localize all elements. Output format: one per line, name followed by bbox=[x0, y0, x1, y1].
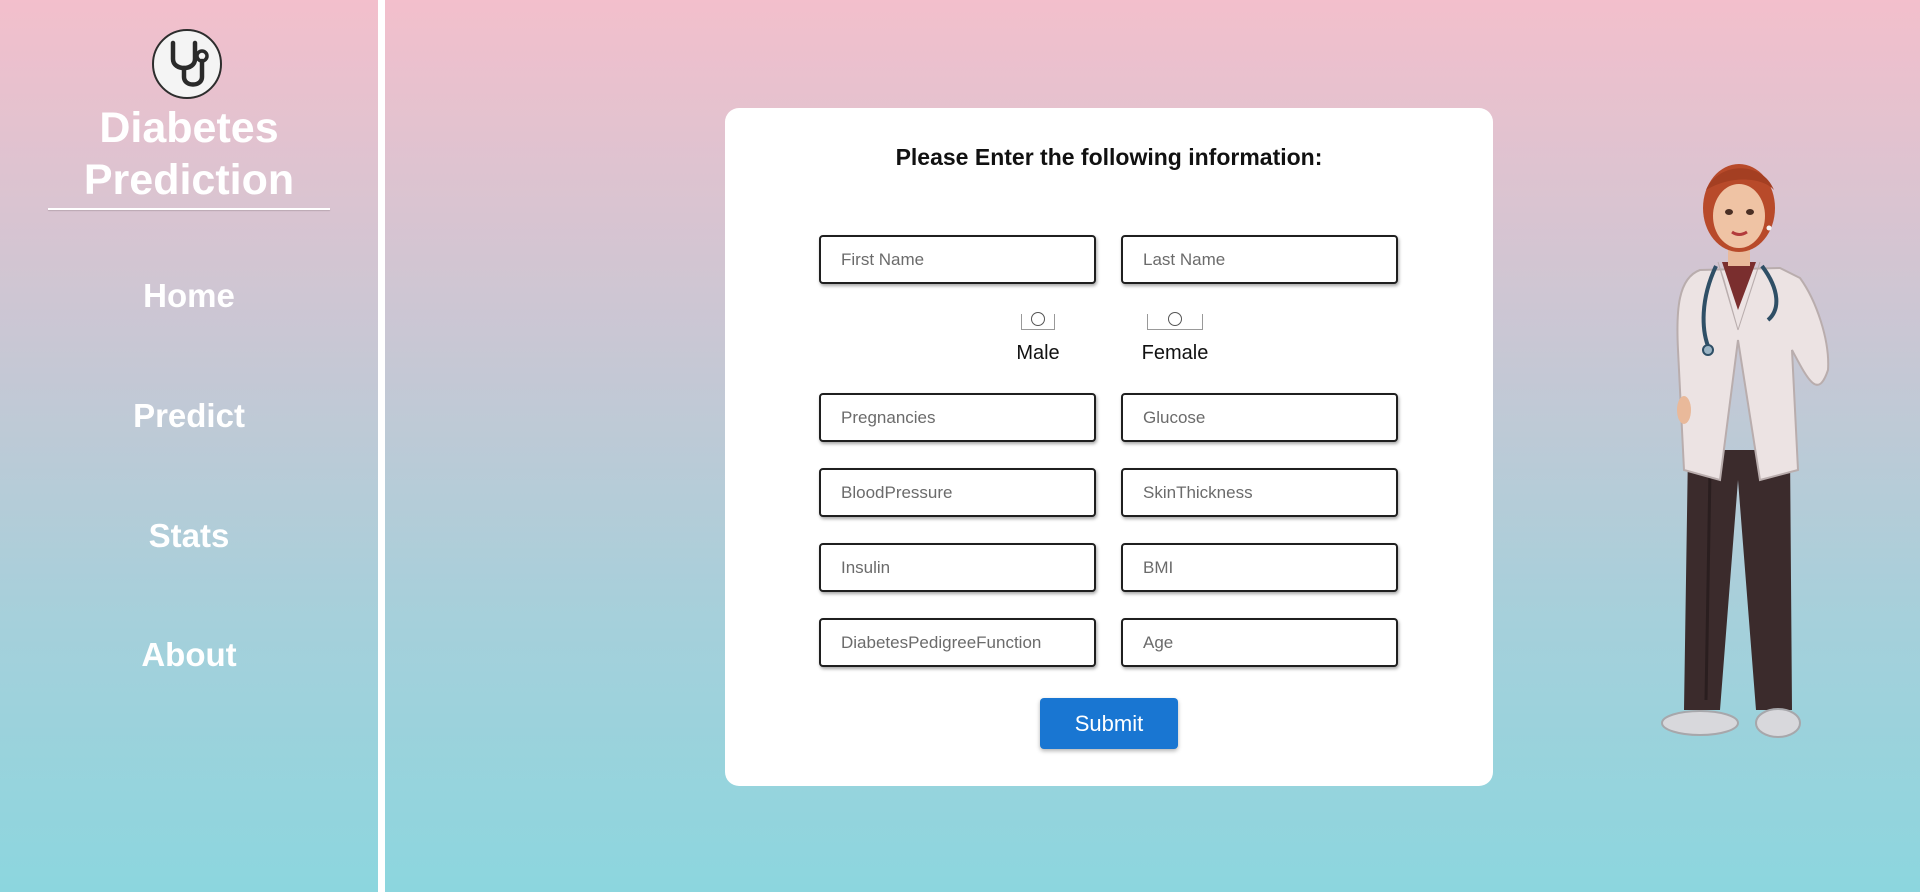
first-name-input[interactable] bbox=[819, 235, 1096, 284]
nav-stats[interactable]: Stats bbox=[40, 516, 338, 556]
skin-thickness-input[interactable] bbox=[1121, 468, 1398, 517]
sidebar-divider bbox=[378, 0, 385, 892]
nav-predict[interactable]: Predict bbox=[40, 396, 338, 436]
nav-about[interactable]: About bbox=[40, 635, 338, 675]
radio-frame bbox=[1147, 312, 1203, 330]
stethoscope-icon bbox=[152, 29, 222, 99]
brand-line-2: Prediction bbox=[83, 156, 295, 204]
nav-home[interactable]: Home bbox=[40, 276, 338, 316]
submit-button[interactable]: Submit bbox=[1040, 698, 1178, 749]
insulin-input[interactable] bbox=[819, 543, 1096, 592]
radio-frame bbox=[1021, 312, 1055, 330]
brand-title: Diabetes Prediction bbox=[40, 102, 338, 206]
glucose-input[interactable] bbox=[1121, 393, 1398, 442]
prediction-form-card: Please Enter the following information: … bbox=[725, 108, 1493, 786]
male-radio[interactable] bbox=[1031, 312, 1045, 326]
age-input[interactable] bbox=[1121, 618, 1398, 667]
last-name-input[interactable] bbox=[1121, 235, 1398, 284]
female-radio[interactable] bbox=[1168, 312, 1182, 326]
sidebar: Diabetes Prediction Home Predict Stats A… bbox=[0, 0, 378, 892]
brand-underline bbox=[48, 208, 330, 210]
female-label: Female bbox=[1141, 342, 1209, 364]
brand-line-1: Diabetes bbox=[99, 104, 279, 152]
gender-option-male: Male bbox=[1005, 312, 1071, 365]
pregnancies-input[interactable] bbox=[819, 393, 1096, 442]
diabetes-pedigree-function-input[interactable] bbox=[819, 618, 1096, 667]
form-title: Please Enter the following information: bbox=[895, 144, 1323, 170]
doctor-illustration bbox=[1640, 150, 1850, 750]
gender-option-female: Female bbox=[1130, 312, 1220, 365]
male-label: Male bbox=[1016, 342, 1060, 364]
bmi-input[interactable] bbox=[1121, 543, 1398, 592]
blood-pressure-input[interactable] bbox=[819, 468, 1096, 517]
